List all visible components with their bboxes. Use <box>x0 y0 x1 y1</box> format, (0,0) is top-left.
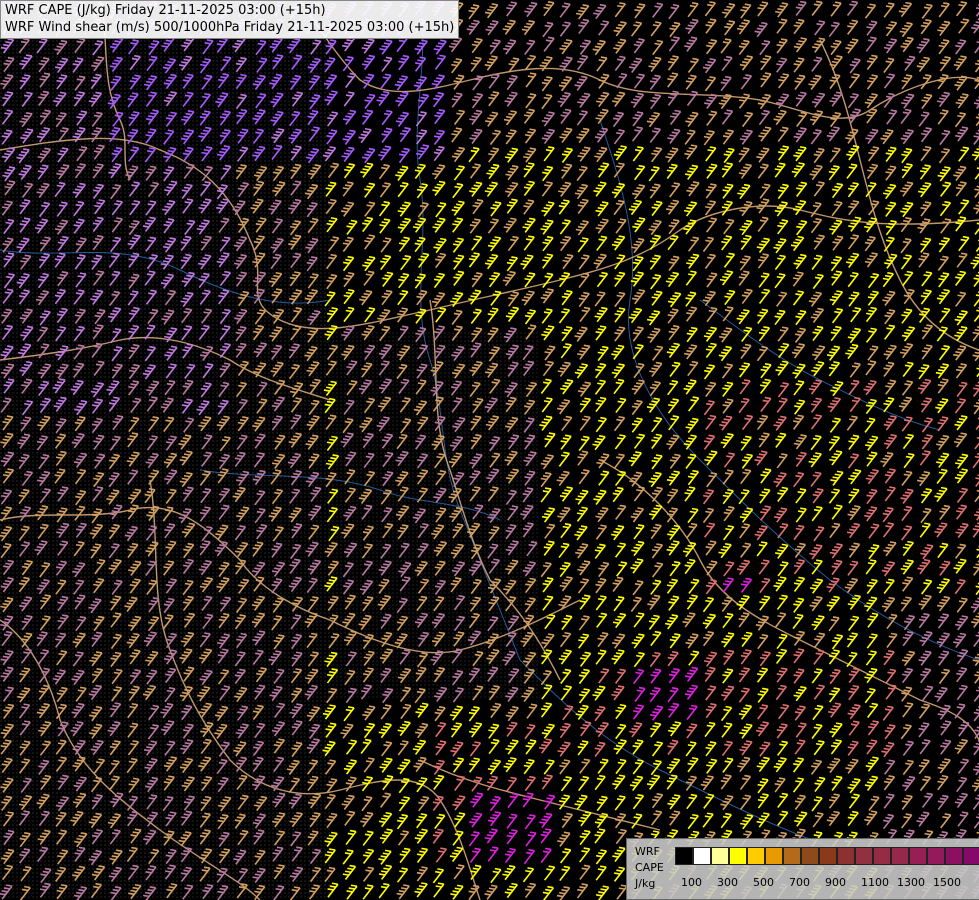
cape-legend: WRF CAPE J/kg 100 300 500 700 900 1100 1300 150… <box>626 838 979 900</box>
legend-swatch <box>891 847 909 865</box>
legend-label-cape: CAPE <box>635 861 664 874</box>
legend-swatch <box>945 847 963 865</box>
weather-map <box>0 0 979 900</box>
legend-swatch <box>729 847 747 865</box>
legend-tick-label: 900 <box>825 876 846 889</box>
legend-swatch <box>765 847 783 865</box>
legend-swatch <box>783 847 801 865</box>
legend-swatch <box>837 847 855 865</box>
legend-swatch <box>711 847 729 865</box>
legend-swatch <box>801 847 819 865</box>
legend-swatches <box>675 847 979 865</box>
legend-ticks: 100 300 500 700 900 1100 1300 1500 <box>673 876 973 890</box>
legend-tick-label: 1300 <box>897 876 925 889</box>
legend-tick-label: 700 <box>789 876 810 889</box>
map-title-box: WRF CAPE (J/kg) Friday 21-11-2025 03:00 … <box>0 0 460 39</box>
legend-swatch <box>873 847 891 865</box>
legend-swatch <box>855 847 873 865</box>
legend-tick-label: 1100 <box>861 876 889 889</box>
legend-swatch <box>909 847 927 865</box>
legend-swatch <box>675 847 693 865</box>
legend-swatch <box>927 847 945 865</box>
cape-title: WRF CAPE (J/kg) Friday 21-11-2025 03:00 … <box>5 3 326 18</box>
legend-label-wrf: WRF <box>635 845 660 858</box>
legend-label-unit: J/kg <box>635 877 656 890</box>
legend-tick-label: 100 <box>681 876 702 889</box>
legend-tick-label: 500 <box>753 876 774 889</box>
legend-tick-label: 300 <box>717 876 738 889</box>
legend-swatch <box>747 847 765 865</box>
legend-swatch <box>819 847 837 865</box>
legend-swatch <box>963 847 979 865</box>
wind-shear-title: WRF Wind shear (m/s) 500/1000hPa Friday … <box>5 20 455 35</box>
legend-swatch <box>693 847 711 865</box>
legend-tick-label: 1500 <box>933 876 961 889</box>
